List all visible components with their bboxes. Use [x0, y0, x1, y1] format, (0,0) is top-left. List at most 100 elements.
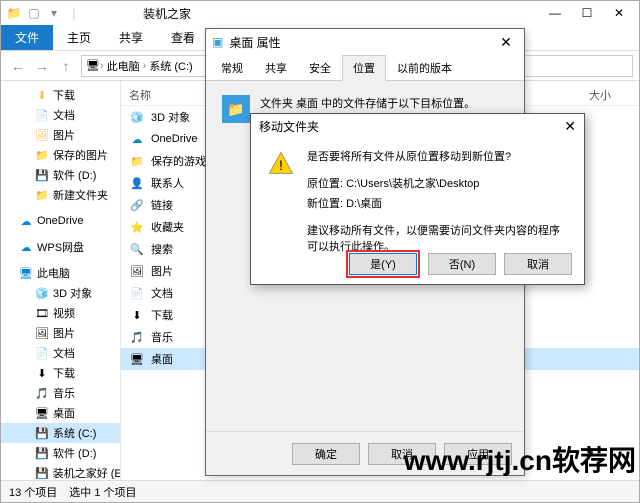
back-button[interactable]: ← [7, 55, 29, 77]
no-button[interactable]: 否(N) [428, 253, 496, 275]
maximize-button[interactable]: ☐ [571, 2, 603, 24]
tab-prev[interactable]: 以前的版本 [386, 55, 463, 81]
tree-documents2[interactable]: 📄文档 [1, 343, 120, 363]
tree-music[interactable]: 🎵音乐 [1, 383, 120, 403]
tree-new-folder[interactable]: 📁 新建文件夹 [1, 185, 120, 205]
item-label: 下载 [151, 307, 173, 323]
tree-zjzj[interactable]: 💾 装机之家好 (E:) [1, 463, 120, 479]
up-button[interactable]: ↑ [55, 55, 77, 77]
item-label: 图片 [151, 263, 173, 279]
folder-icon: ▣ [212, 35, 223, 49]
item-label: 音乐 [151, 329, 173, 345]
video-icon: 🎞 [35, 306, 49, 320]
tree-downloads[interactable]: ⬇下载 [1, 85, 120, 105]
item-label: 搜索 [151, 241, 173, 257]
tree-soft-d2[interactable]: 💾软件 (D:) [1, 443, 120, 463]
nav-buttons: ← → ↑ [7, 55, 77, 77]
document-icon: 📄 [35, 346, 49, 360]
tree-label: 桌面 [53, 405, 75, 421]
window-controls: — ☐ ✕ [539, 2, 635, 24]
qat-item[interactable]: ▢ [25, 4, 43, 22]
item-label: 链接 [151, 197, 173, 213]
tab-location[interactable]: 位置 [342, 55, 386, 81]
document-icon: 📄 [129, 285, 145, 301]
tab-security[interactable]: 安全 [298, 55, 342, 81]
download-icon: ⬇ [35, 366, 49, 380]
move-text: 是否要将所有文件从原位置移动到新位置? 原位置: C:\Users\装机之家\D… [307, 150, 568, 259]
item-label: 联系人 [151, 175, 184, 191]
title-bar: 📁 ▢ ▾ | 装机之家 — ☐ ✕ [1, 1, 639, 25]
warning-icon: ! [267, 150, 295, 178]
tree-soft-d[interactable]: 💾 软件 (D:) [1, 165, 120, 185]
tree-wps[interactable]: ☁WPS网盘 [1, 237, 120, 257]
move-title-bar: 移动文件夹 ✕ [251, 114, 584, 138]
item-label: 保存的游戏 [151, 153, 206, 169]
tree-pictures[interactable]: 🖼图片 [1, 125, 120, 145]
tab-general[interactable]: 常规 [210, 55, 254, 81]
ok-button[interactable]: 确定 [292, 443, 360, 465]
svg-text:!: ! [279, 157, 283, 173]
yes-button[interactable]: 是(Y) [349, 253, 417, 275]
minimize-button[interactable]: — [539, 2, 571, 24]
tree-documents[interactable]: 📄文档 [1, 105, 120, 125]
tree-label: 下载 [53, 365, 75, 381]
picture-icon: 🖼 [35, 326, 49, 340]
folder-icon: 📁 [5, 4, 23, 22]
tree-desktop[interactable]: 🖥桌面 [1, 403, 120, 423]
cloud-icon: ☁ [19, 214, 33, 228]
tree-label: 软件 (D:) [53, 167, 96, 183]
drive-icon: 💾 [35, 426, 49, 440]
close-button[interactable]: ✕ [603, 2, 635, 24]
picture-icon: 🖼 [35, 128, 49, 142]
tree-label: 保存的图片 [53, 147, 108, 163]
pc-icon: 🖥 [19, 266, 33, 280]
nav-tree: ⬇下载 📄文档 🖼图片 📁保存的图片 💾软件 (D:) 📁新建文件夹 ☁OneD… [1, 81, 121, 479]
tree-downloads2[interactable]: ⬇ 下载 [1, 363, 120, 383]
tree-label: 下载 [53, 87, 75, 103]
cancel-button[interactable]: 取消 [504, 253, 572, 275]
tree-label: 装机之家好 (E:) [53, 465, 121, 479]
tree-saved-pictures[interactable]: 📁保存的图片 [1, 145, 120, 165]
move-title-text: 移动文件夹 [259, 118, 319, 135]
qat-dropdown[interactable]: ▾ [45, 4, 63, 22]
tree-label: 新建文件夹 [53, 187, 108, 203]
close-button[interactable]: ✕ [494, 34, 518, 51]
props-tabs: 常规 共享 安全 位置 以前的版本 [206, 55, 524, 81]
contacts-icon: 👤 [129, 175, 145, 191]
forward-button[interactable]: → [31, 55, 53, 77]
drive-icon: 💾 [35, 466, 49, 479]
tab-share[interactable]: 共享 [254, 55, 298, 81]
tree-3d[interactable]: 🧊3D 对象 [1, 283, 120, 303]
new-location: 新位置: D:\桌面 [307, 197, 568, 212]
music-icon: 🎵 [129, 329, 145, 345]
props-message-text: 文件夹 桌面 中的文件存储于以下目标位置。 [260, 95, 475, 111]
tab-home[interactable]: 主页 [53, 25, 105, 50]
tree-pictures2[interactable]: 🖼图片 [1, 323, 120, 343]
close-button[interactable]: ✕ [564, 118, 576, 135]
tab-view[interactable]: 查看 [157, 25, 209, 50]
crumb-drive[interactable]: 系统 (C:) [146, 58, 195, 74]
tree-label: 此电脑 [37, 265, 70, 281]
move-buttons: 是(Y) 否(N) 取消 [251, 244, 584, 284]
drive-icon: 💾 [35, 446, 49, 460]
item-label: 桌面 [151, 351, 173, 367]
tree-sys-c[interactable]: 💾系统 (C:) [1, 423, 120, 443]
selected-count: 选中 1 个项目 [69, 484, 136, 500]
item-label: 3D 对象 [151, 109, 190, 125]
tree-thispc[interactable]: 🖥 此电脑 [1, 263, 120, 283]
3d-icon: 🧊 [35, 286, 49, 300]
item-label: OneDrive [151, 133, 197, 145]
tree-onedrive[interactable]: ☁OneDrive [1, 211, 120, 231]
move-question: 是否要将所有文件从原位置移动到新位置? [307, 150, 568, 165]
cloud-icon: ☁ [19, 240, 33, 254]
crumb-pc[interactable]: 此电脑 [104, 58, 143, 74]
col-size[interactable]: 大小 [589, 87, 611, 103]
tree-label: 文档 [53, 107, 75, 123]
tab-share[interactable]: 共享 [105, 25, 157, 50]
tree-videos[interactable]: 🎞视频 [1, 303, 120, 323]
tab-file[interactable]: 文件 [1, 25, 53, 50]
drive-icon: 💾 [35, 168, 49, 182]
move-folder-dialog: 移动文件夹 ✕ ! 是否要将所有文件从原位置移动到新位置? 原位置: C:\Us… [250, 113, 585, 285]
watermark: www.rjtj.cn软荐网 [404, 439, 636, 479]
folder-icon: 📁 [35, 188, 49, 202]
